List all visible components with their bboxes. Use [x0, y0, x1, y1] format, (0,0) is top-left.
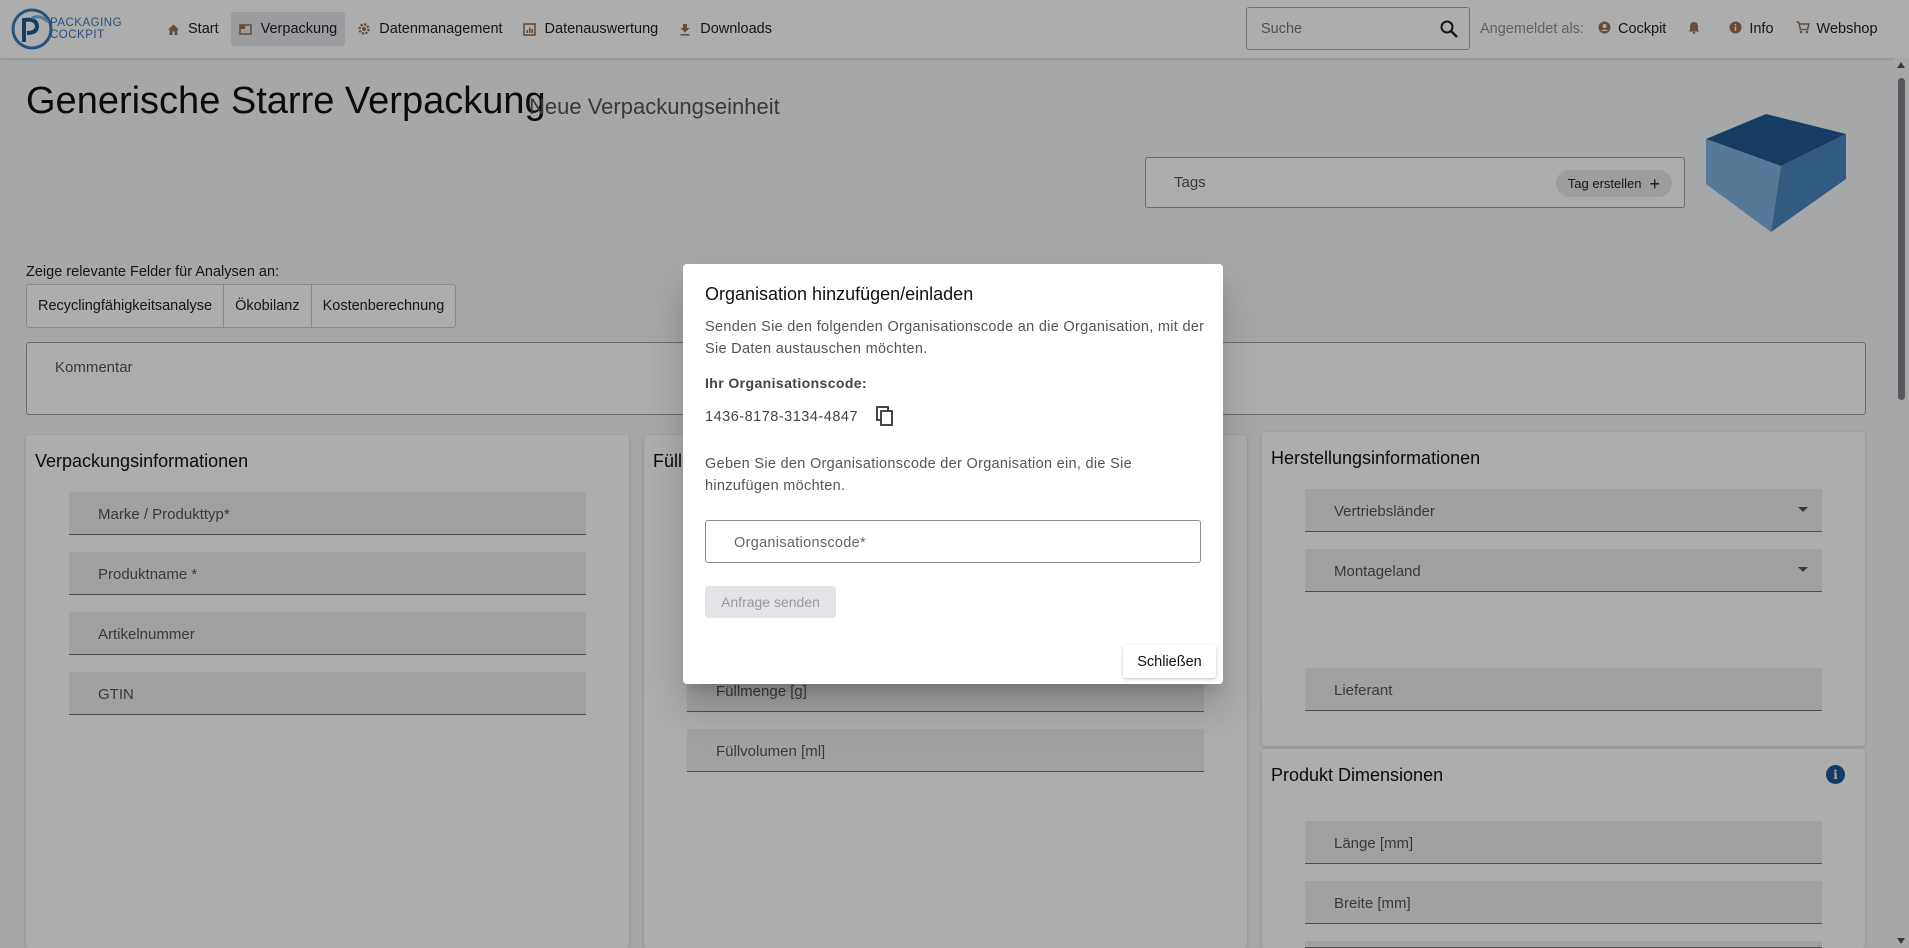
organisation-code-input[interactable]: Organisationscode* [705, 520, 1201, 563]
organisation-code-value: 1436-8178-3134-4847 [705, 409, 859, 425]
dialog-title: Organisation hinzufügen/einladen [705, 284, 974, 304]
add-organisation-dialog: Organisation hinzufügen/einladen Senden … [683, 264, 1223, 684]
organisation-code-input-label: Organisationscode* [734, 535, 866, 551]
dialog-intro-text: Senden Sie den folgenden Organisationsco… [705, 319, 1205, 357]
copy-icon[interactable] [874, 405, 896, 427]
send-request-button[interactable]: Anfrage senden [705, 586, 836, 618]
organisation-code-label: Ihr Organisationscode: [705, 375, 868, 391]
close-dialog-button[interactable]: Schließen [1123, 645, 1216, 678]
dialog-enter-code-text: Geben Sie den Organisationscode der Orga… [705, 456, 1132, 494]
